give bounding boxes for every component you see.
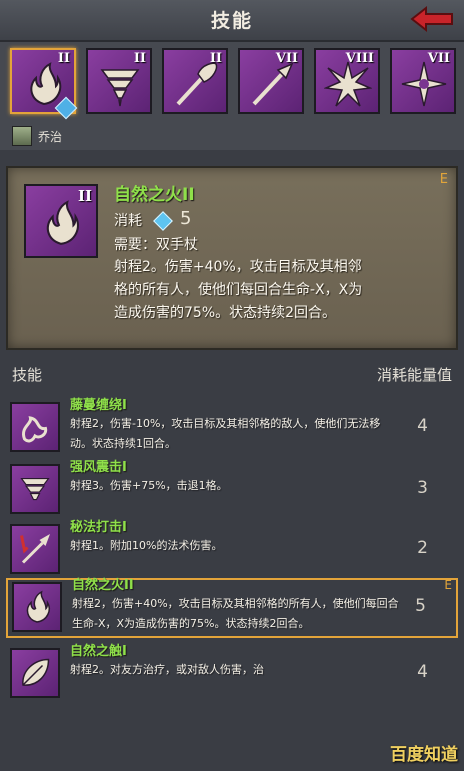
energy-gem-icon	[153, 211, 173, 231]
list-header-skill: 技能	[12, 366, 43, 384]
skill-desc: 射程2，伤害-10%，攻击目标及其相邻格的敌人，使他们无法移动。状态持续1回合。	[70, 417, 381, 450]
whirlwind-icon	[100, 69, 140, 107]
equipped-skill-bar: II II II VII VIII VII 乔治	[0, 42, 464, 150]
skill-list-header: 技能 消耗能量值	[0, 360, 464, 390]
skill-detail-panel: II 自然之火II E 消耗 5 需要：双手杖 射程2。伤害+40%，攻击目标及…	[6, 166, 458, 350]
detail-description: 射程2。伤害+40%，攻击目标及其相邻格的所有人，使他们每回合生命-X，X为造成…	[114, 259, 363, 321]
skill-cost: 5	[415, 596, 426, 616]
skill-slot-6[interactable]: VII	[390, 48, 456, 114]
skill-list-item[interactable]: 秘法打击I 射程1。附加10%的法术伤害。 2	[6, 520, 458, 578]
arcane-strike-icon	[10, 524, 60, 574]
cost-label: 消耗	[114, 213, 142, 229]
skill-list-item[interactable]: 藤蔓缠绕I 射程2，伤害-10%，攻击目标及其相邻格的敌人，使他们无法移动。状态…	[6, 398, 458, 456]
skill-name: 强风震击I	[70, 460, 127, 475]
skill-cost: 3	[417, 478, 428, 498]
requirement-text: 需要：双手杖	[114, 237, 198, 253]
cost-value: 5	[180, 208, 192, 229]
skill-desc: 射程2，伤害+40%，攻击目标及其相邻格的所有人，使他们每回合生命-X，X为造成…	[72, 597, 399, 630]
nature-spear-icon	[176, 62, 218, 106]
back-arrow-icon[interactable]	[408, 4, 456, 34]
vine-icon	[10, 402, 60, 452]
leaf-icon	[10, 648, 60, 698]
page-title: 技能	[210, 10, 253, 32]
skill-desc: 射程3。伤害+75%，击退1格。	[70, 479, 228, 492]
header-bar: 技能	[0, 0, 464, 42]
skill-list-item[interactable]: 自然之触I 射程2。对友方治疗，或对敌人伤害，治 4	[6, 644, 458, 702]
flame-icon	[46, 200, 80, 245]
equipped-mark: E	[444, 578, 452, 592]
skill-cost: 4	[417, 416, 428, 436]
skill-cost: 4	[417, 662, 428, 682]
burst-icon	[324, 61, 372, 107]
detail-skill-title: 自然之火II	[114, 185, 195, 205]
equipped-mark: E	[439, 172, 448, 187]
hero-name: 乔治	[38, 130, 63, 144]
whirlwind-icon	[10, 464, 60, 514]
skill-desc: 射程1。附加10%的法术伤害。	[70, 539, 223, 552]
skill-slot-3[interactable]: II	[162, 48, 228, 114]
skill-list-item[interactable]: 强风震击I 射程3。伤害+75%，击退1格。 3	[6, 460, 458, 518]
skill-name: 自然之火II	[72, 578, 134, 593]
detail-skill-icon: II	[24, 184, 98, 258]
skill-list-item-selected[interactable]: 自然之火II 射程2，伤害+40%，攻击目标及其相邻格的所有人，使他们每回合生命…	[6, 578, 458, 638]
skill-name: 自然之触I	[70, 644, 127, 659]
arcane-spear-icon	[252, 62, 294, 106]
list-header-cost: 消耗能量值	[376, 366, 452, 384]
skill-desc: 射程2。对友方治疗，或对敌人伤害，治	[70, 663, 264, 676]
flame-icon	[12, 582, 62, 632]
skill-slot-5[interactable]: VIII	[314, 48, 380, 114]
radiant-star-icon	[401, 61, 447, 107]
hero-avatar	[12, 126, 32, 146]
skill-name: 秘法打击I	[70, 520, 127, 535]
skill-slot-2[interactable]: II	[86, 48, 152, 114]
skill-cost: 2	[417, 538, 428, 558]
skill-slot-4[interactable]: VII	[238, 48, 304, 114]
skill-name: 藤蔓缠绕I	[70, 398, 127, 413]
watermark: 百度知道	[390, 745, 458, 765]
